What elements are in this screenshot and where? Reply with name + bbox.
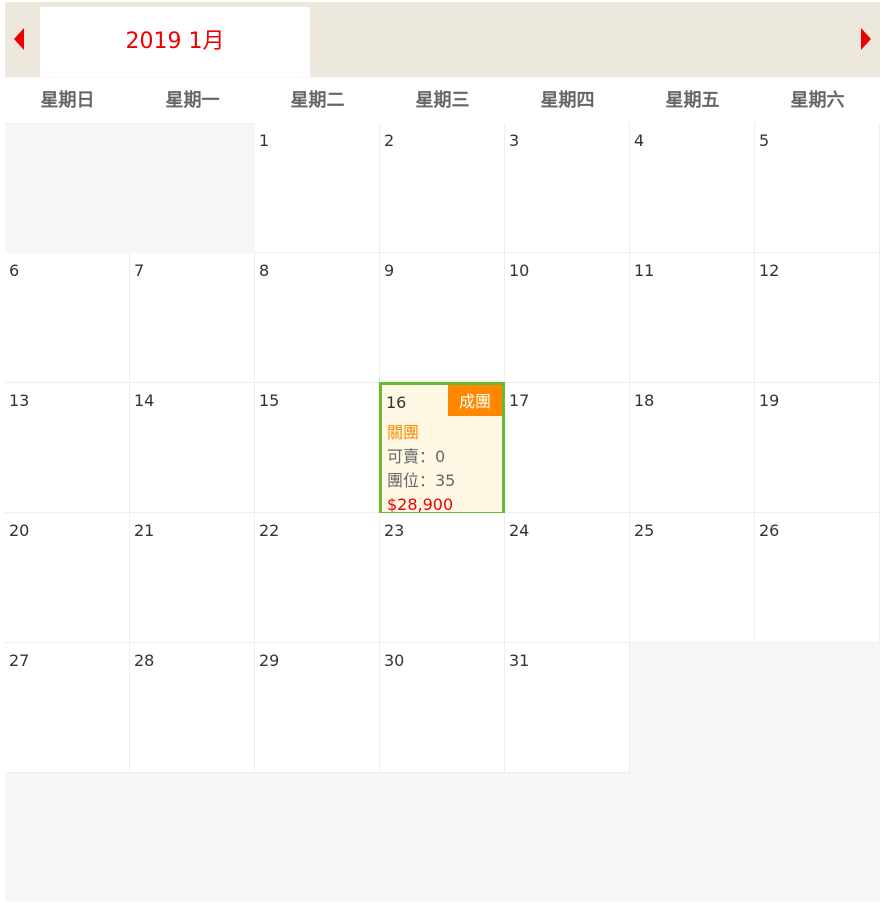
day-number: 16 (386, 393, 407, 412)
day-cell[interactable]: 22 (255, 513, 380, 643)
available-count: 可賣：0 (387, 447, 446, 466)
day-number: 9 (384, 261, 395, 280)
day-number: 7 (134, 261, 145, 280)
weekday-header: 星期日 星期一 星期二 星期三 星期四 星期五 星期六 (5, 78, 880, 124)
group-status-badge: 成團 (447, 385, 502, 416)
day-cell[interactable]: 13 (5, 383, 130, 513)
day-number: 15 (259, 391, 280, 410)
day-cell[interactable]: 12 (755, 253, 880, 383)
day-cell[interactable]: 28 (130, 643, 255, 773)
day-number: 23 (384, 521, 405, 540)
weekday-label: 星期五 (665, 90, 720, 111)
day-cell[interactable]: 21 (130, 513, 255, 643)
day-cell[interactable]: 27 (5, 643, 130, 773)
day-number: 30 (384, 651, 405, 670)
day-number: 1 (259, 131, 270, 150)
day-number: 2 (384, 131, 395, 150)
day-number: 18 (634, 391, 655, 410)
month-title: 2019 1月 (40, 7, 310, 77)
day-cell[interactable]: 29 (255, 643, 380, 773)
day-number: 14 (134, 391, 155, 410)
day-cell[interactable]: 2 (380, 123, 505, 253)
day-cell[interactable]: 8 (255, 253, 380, 383)
weekday-label: 星期三 (415, 90, 470, 111)
day-cell[interactable]: 16 成團 關團 可賣：0 團位：35 $28,900 (379, 382, 505, 515)
day-number: 17 (509, 391, 530, 410)
day-cell[interactable]: 23 (380, 513, 505, 643)
calendar: 2019 1月 星期日 星期一 星期二 星期三 星期四 星期五 星期六 1234… (5, 2, 880, 902)
day-cell[interactable]: 1 (255, 123, 380, 253)
weekday-label: 星期日 (40, 90, 95, 111)
day-cell[interactable]: 25 (630, 513, 755, 643)
day-number: 6 (9, 261, 20, 280)
day-number: 13 (9, 391, 30, 410)
day-number: 27 (9, 651, 30, 670)
day-number: 4 (634, 131, 645, 150)
prev-month-arrow-icon[interactable] (14, 28, 24, 50)
weekday-label: 星期二 (290, 90, 345, 111)
day-cell[interactable]: 11 (630, 253, 755, 383)
day-cell[interactable]: 24 (505, 513, 630, 643)
day-number: 22 (259, 521, 280, 540)
day-number: 20 (9, 521, 30, 540)
day-number: 5 (759, 131, 770, 150)
weekday-label: 星期四 (540, 90, 595, 111)
day-cell[interactable]: 9 (380, 253, 505, 383)
day-cell[interactable]: 31 (505, 643, 630, 773)
day-number: 28 (134, 651, 155, 670)
day-cell[interactable]: 14 (130, 383, 255, 513)
event-status: 關團 (387, 423, 420, 442)
day-number: 8 (259, 261, 270, 280)
day-number: 31 (509, 651, 530, 670)
day-cell[interactable]: 4 (630, 123, 755, 253)
day-number: 12 (759, 261, 780, 280)
day-cell[interactable]: 3 (505, 123, 630, 253)
day-cell[interactable]: 5 (755, 123, 880, 253)
day-cell[interactable]: 20 (5, 513, 130, 643)
next-month-arrow-icon[interactable] (861, 28, 871, 50)
seat-count: 團位：35 (387, 471, 456, 490)
day-number: 19 (759, 391, 780, 410)
weekday-label: 星期一 (165, 90, 220, 111)
day-cell[interactable]: 10 (505, 253, 630, 383)
day-number: 26 (759, 521, 780, 540)
weekday-label: 星期六 (790, 90, 845, 111)
day-number: 10 (509, 261, 530, 280)
day-cell[interactable]: 18 (630, 383, 755, 513)
day-number: 3 (509, 131, 520, 150)
day-cell[interactable]: 30 (380, 643, 505, 773)
day-cell[interactable]: 26 (755, 513, 880, 643)
day-number: 25 (634, 521, 655, 540)
day-cell[interactable]: 19 (755, 383, 880, 513)
day-number: 21 (134, 521, 155, 540)
day-cell[interactable]: 15 (255, 383, 380, 513)
day-number: 29 (259, 651, 280, 670)
calendar-header: 2019 1月 (5, 2, 880, 77)
day-number: 24 (509, 521, 530, 540)
day-cell[interactable]: 7 (130, 253, 255, 383)
event-info: 關團 可賣：0 團位：35 $28,900 (387, 421, 455, 517)
day-cell[interactable]: 17 (505, 383, 630, 513)
day-cell[interactable]: 6 (5, 253, 130, 383)
day-number: 11 (634, 261, 655, 280)
